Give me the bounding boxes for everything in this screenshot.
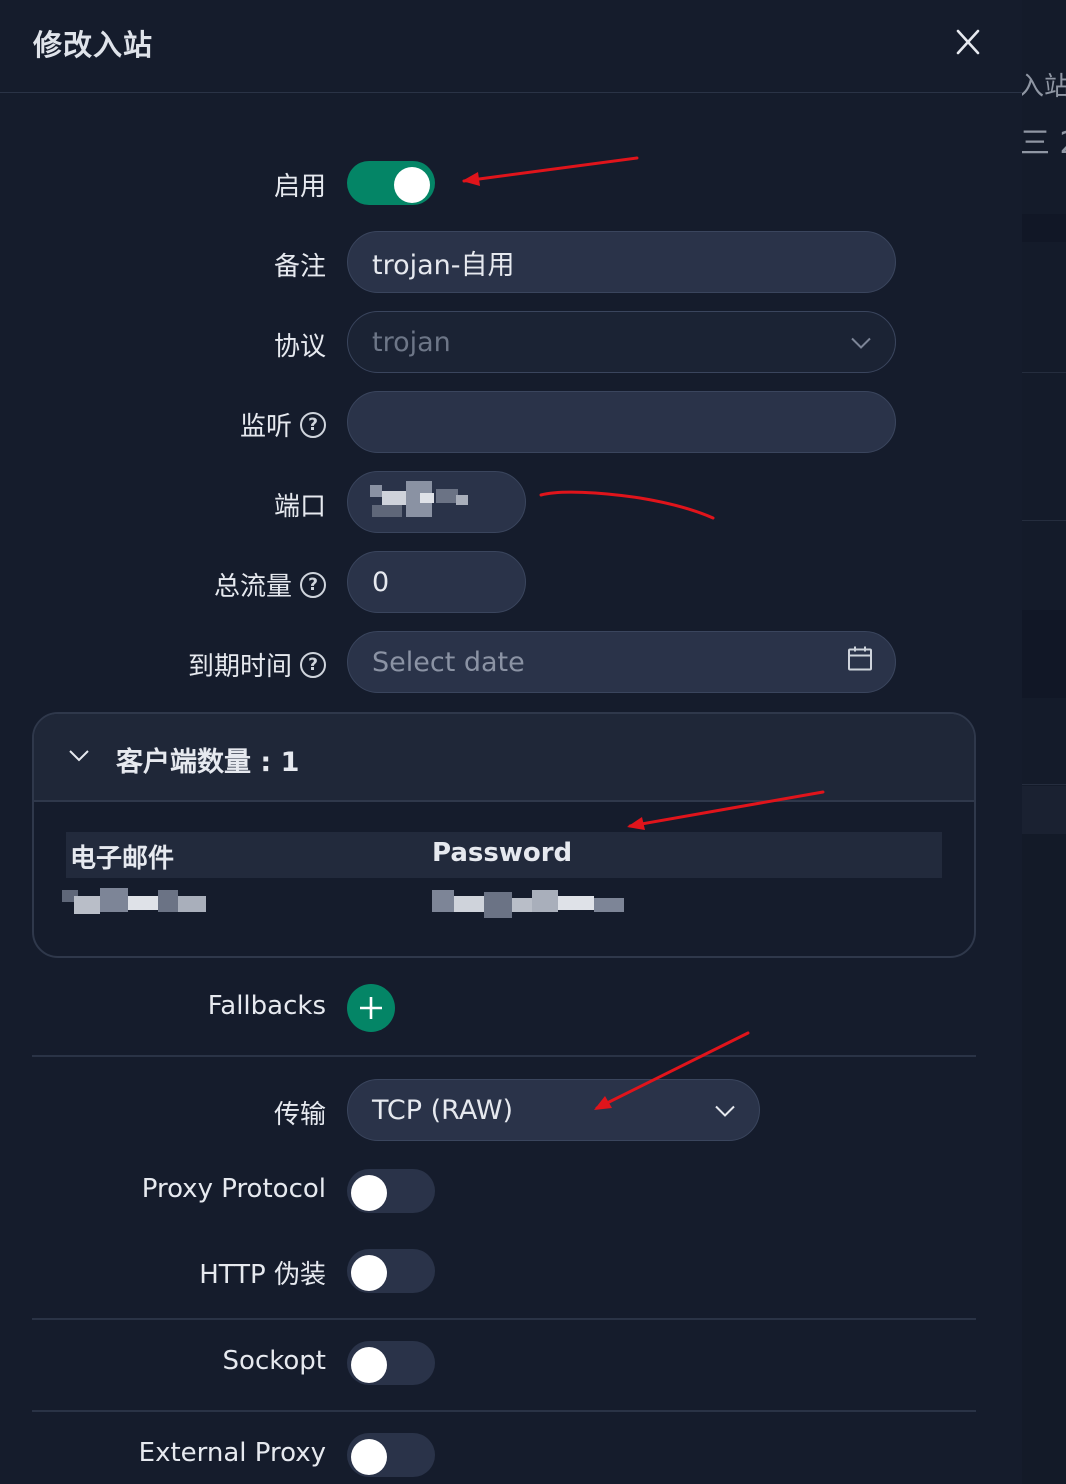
http-obfs-label: HTTP 伪装	[199, 1260, 326, 1290]
column-header-password: Password	[432, 838, 573, 868]
listen-input[interactable]	[347, 391, 896, 453]
add-fallback-button[interactable]	[347, 984, 395, 1032]
external-proxy-label: External Proxy	[138, 1438, 326, 1468]
transport-select[interactable]: TCP (RAW)	[347, 1079, 760, 1141]
switch-knob	[351, 1439, 387, 1475]
protocol-select[interactable]: trojan	[347, 311, 896, 373]
port-label: 端口	[273, 492, 326, 522]
help-icon[interactable]: ?	[300, 651, 326, 678]
chevron-down-icon	[68, 748, 90, 767]
proxy-protocol-switch[interactable]	[347, 1169, 435, 1213]
total-traffic-label: 总流量?	[214, 566, 326, 603]
background-page: 入站列 三 2	[1022, 0, 1066, 1484]
total-traffic-value: 0	[372, 566, 390, 598]
clients-count-title: 客户端数量 : 1	[116, 747, 300, 778]
background-divider	[1022, 520, 1066, 521]
http-obfs-switch[interactable]	[347, 1249, 435, 1293]
help-icon[interactable]: ?	[300, 411, 326, 438]
external-proxy-switch[interactable]	[347, 1433, 435, 1477]
background-value-fragment: 三 2	[1022, 126, 1066, 161]
column-header-email: 电子邮件	[70, 844, 175, 874]
sockopt-switch[interactable]	[347, 1341, 435, 1385]
proxy-protocol-label: Proxy Protocol	[141, 1174, 326, 1204]
edit-inbound-modal: 修改入站 启用 备注 trojan-自用 协议 trojan 监听? 端口 总流…	[0, 0, 1022, 1484]
background-band	[1022, 610, 1066, 698]
background-band	[1022, 214, 1066, 242]
protocol-label: 协议	[273, 332, 326, 362]
chevron-down-icon	[849, 327, 873, 358]
expiry-placeholder: Select date	[372, 646, 525, 678]
section-divider	[32, 1410, 976, 1412]
background-band	[1022, 834, 1066, 1484]
transport-value: TCP (RAW)	[372, 1094, 514, 1126]
background-divider	[1022, 372, 1066, 373]
expiry-label: 到期时间?	[188, 646, 326, 683]
switch-knob	[394, 167, 430, 203]
section-divider	[32, 1055, 976, 1057]
switch-knob	[351, 1255, 387, 1291]
transport-label: 传输	[273, 1100, 326, 1130]
fallbacks-label: Fallbacks	[207, 991, 326, 1021]
switch-knob	[351, 1175, 387, 1211]
help-icon[interactable]: ?	[300, 571, 326, 598]
enable-label: 启用	[273, 172, 326, 202]
clients-table-header: 电子邮件 Password	[66, 832, 942, 878]
listen-label: 监听?	[240, 406, 326, 443]
close-icon	[956, 29, 980, 55]
switch-knob	[351, 1347, 387, 1383]
background-divider	[1022, 784, 1066, 785]
clients-panel-header[interactable]: 客户端数量 : 1	[34, 714, 974, 802]
remark-value: trojan-自用	[372, 249, 515, 281]
clients-panel: 客户端数量 : 1 电子邮件 Password	[32, 712, 976, 958]
expiry-date-picker[interactable]: Select date	[347, 631, 896, 693]
chevron-down-icon	[713, 1095, 737, 1126]
protocol-value: trojan	[372, 326, 451, 358]
remark-input[interactable]: trojan-自用	[347, 231, 896, 293]
modal-header: 修改入站	[0, 0, 1022, 93]
background-title-fragment: 入站列	[1022, 72, 1066, 102]
plus-icon	[360, 997, 382, 1019]
total-traffic-input[interactable]: 0	[347, 551, 526, 613]
enable-switch[interactable]	[347, 161, 435, 205]
remark-label: 备注	[273, 252, 326, 282]
calendar-icon	[847, 646, 873, 679]
sockopt-label: Sockopt	[222, 1346, 326, 1376]
background-band	[1022, 786, 1066, 834]
section-divider	[32, 1318, 976, 1320]
modal-title: 修改入站	[33, 28, 154, 62]
close-button[interactable]	[948, 22, 988, 62]
